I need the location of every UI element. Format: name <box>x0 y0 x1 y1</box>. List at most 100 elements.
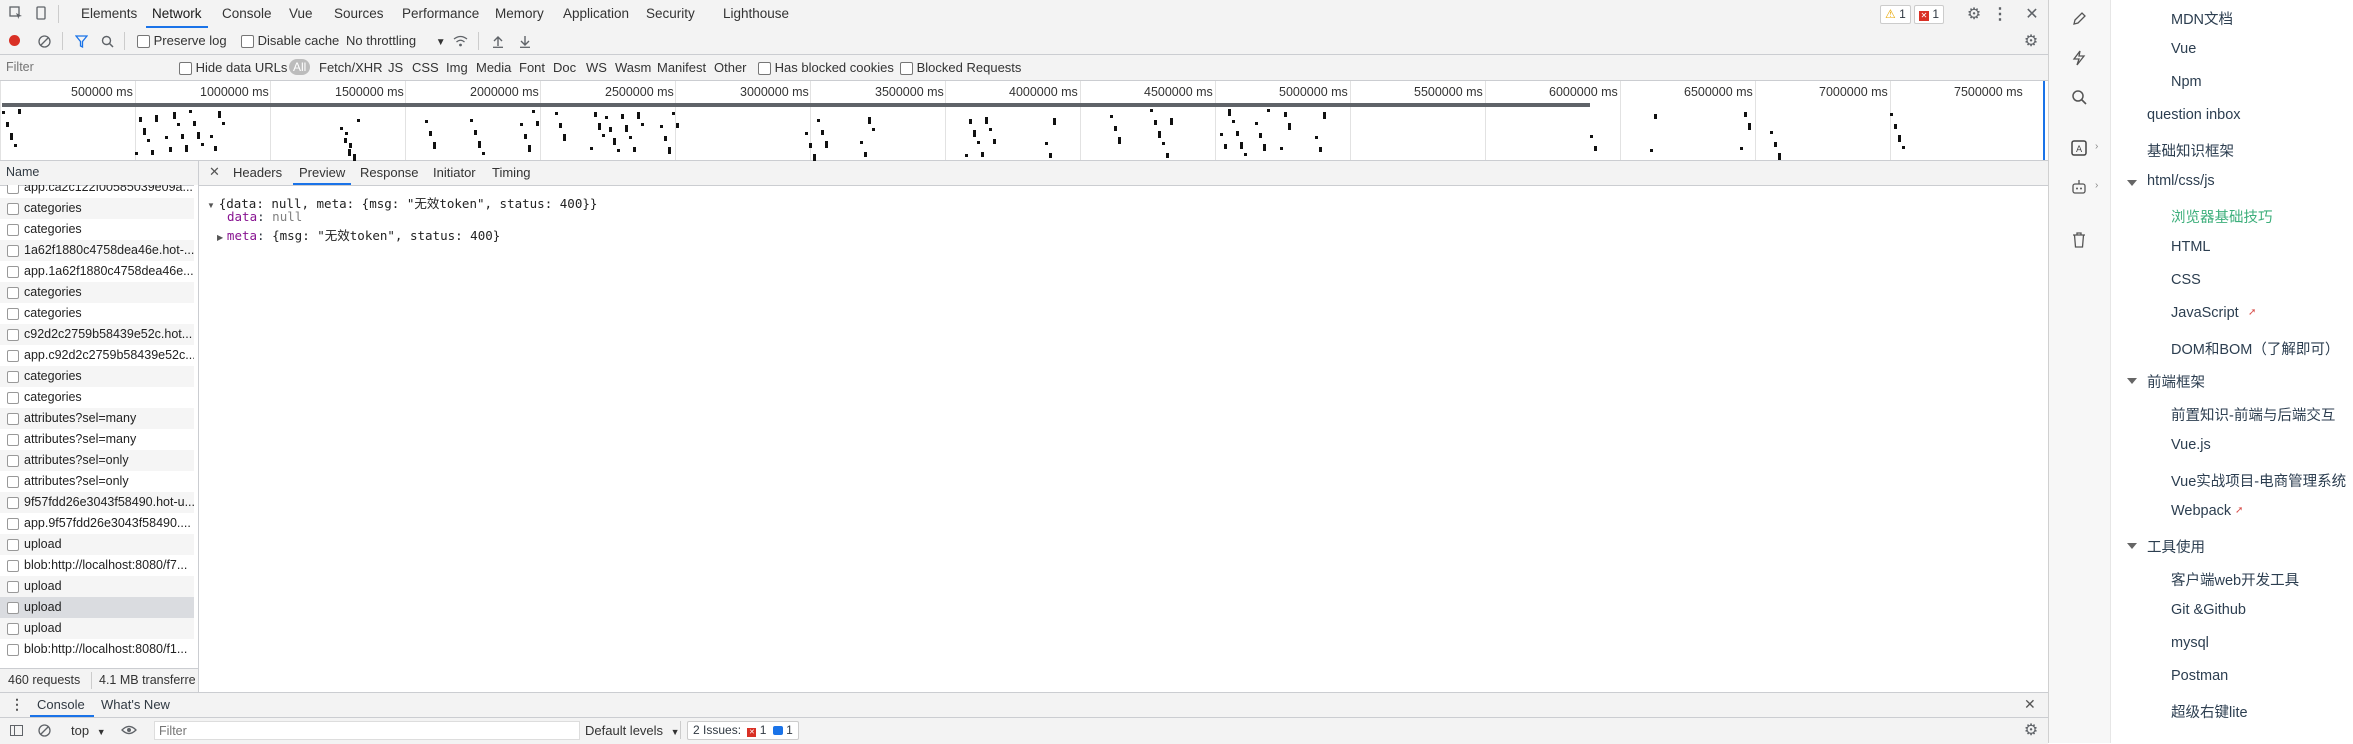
request-row[interactable]: blob:http://localhost:8080/f7... <box>0 555 198 576</box>
sidebar-item[interactable]: MDN文档 <box>2171 8 2233 29</box>
more-options-icon[interactable]: ⋮ <box>1992 5 2008 23</box>
trash-icon[interactable] <box>2068 229 2090 251</box>
export-har-icon[interactable] <box>517 33 533 49</box>
sidebar-item[interactable]: Npm <box>2171 74 2202 90</box>
request-row[interactable]: 9f57fdd26e3043f58490.hot-u... <box>0 492 198 513</box>
tab-vue[interactable]: Vue <box>289 0 313 28</box>
drawer-tab-whats-new[interactable]: What's New <box>101 697 170 712</box>
tab-response[interactable]: Response <box>360 161 419 185</box>
settings-gear-icon[interactable]: ⚙ <box>1965 5 1983 23</box>
name-column-header[interactable]: Name <box>0 161 198 186</box>
json-meta-line[interactable]: ▶ meta: {msg: "无效token", status: 400} <box>207 225 597 243</box>
import-har-icon[interactable] <box>490 33 506 49</box>
tab-application[interactable]: Application <box>563 0 629 28</box>
has-blocked-cookies-checkbox[interactable]: Has blocked cookies <box>758 60 894 76</box>
type-filter-manifest[interactable]: Manifest <box>657 60 706 75</box>
sidebar-item[interactable]: Git &Github <box>2171 602 2246 618</box>
tab-performance[interactable]: Performance <box>402 0 479 28</box>
sidebar-item[interactable]: Vue <box>2171 41 2196 57</box>
sidebar-item[interactable]: Postman <box>2171 668 2228 684</box>
request-row[interactable]: upload <box>0 534 198 555</box>
close-drawer-icon[interactable]: ✕ <box>2024 696 2036 713</box>
caret-down-icon[interactable] <box>2127 543 2137 549</box>
record-icon[interactable] <box>9 35 20 46</box>
request-list-scrollbar[interactable] <box>194 185 198 667</box>
inspect-element-icon[interactable] <box>8 5 24 21</box>
sidebar-toggle-icon[interactable] <box>8 722 24 738</box>
request-row[interactable]: categories <box>0 366 198 387</box>
request-row[interactable]: attributes?sel=many <box>0 408 198 429</box>
console-settings-gear-icon[interactable]: ⚙ <box>2022 721 2040 739</box>
type-filter-other[interactable]: Other <box>714 60 747 75</box>
tab-lighthouse[interactable]: Lighthouse <box>723 0 789 28</box>
sidebar-item[interactable]: question inbox <box>2147 107 2241 123</box>
search-icon[interactable] <box>2068 86 2090 108</box>
close-devtools-icon[interactable]: ✕ <box>2024 5 2040 23</box>
request-row[interactable]: categories <box>0 219 198 240</box>
hide-data-urls-checkbox[interactable]: Hide data URLs <box>179 60 287 76</box>
blocked-requests-checkbox[interactable]: Blocked Requests <box>900 60 1021 76</box>
device-toolbar-icon[interactable] <box>33 5 49 21</box>
tab-headers[interactable]: Headers <box>233 161 282 185</box>
sidebar-item[interactable]: DOM和BOM（了解即可） <box>2171 338 2339 359</box>
lightning-icon[interactable] <box>2068 47 2090 69</box>
sidebar-item[interactable]: 前端框架 <box>2147 371 2205 392</box>
tab-network[interactable]: Network <box>146 0 207 28</box>
tab-elements[interactable]: Elements <box>81 0 137 28</box>
search-icon[interactable] <box>99 33 115 49</box>
eye-icon[interactable] <box>120 722 138 738</box>
request-row[interactable]: upload <box>0 618 198 639</box>
drawer-tab-console[interactable]: Console <box>37 697 85 712</box>
type-filter-fetch-xhr[interactable]: Fetch/XHR <box>319 60 383 75</box>
sidebar-item[interactable]: mysql <box>2171 635 2209 651</box>
type-filter-doc[interactable]: Doc <box>553 60 576 75</box>
request-row[interactable]: blob:http://localhost:8080/f1... <box>0 639 198 660</box>
type-filter-media[interactable]: Media <box>476 60 511 75</box>
request-row[interactable]: upload <box>0 576 198 597</box>
close-detail-icon[interactable]: ✕ <box>209 164 220 180</box>
caret-down-icon[interactable] <box>2127 378 2137 384</box>
drawer-menu-icon[interactable]: ⋮ <box>10 696 24 713</box>
preserve-log-checkbox[interactable]: Preserve log <box>137 33 227 49</box>
clear-console-icon[interactable] <box>36 722 52 738</box>
request-row[interactable]: categories <box>0 387 198 408</box>
type-filter-wasm[interactable]: Wasm <box>615 60 651 75</box>
translate-icon[interactable]: A <box>2068 137 2090 159</box>
network-conditions-icon[interactable] <box>452 33 468 49</box>
sidebar-item[interactable]: 浏览器基础技巧 <box>2171 206 2273 227</box>
request-row[interactable]: attributes?sel=only <box>0 450 198 471</box>
sidebar-item[interactable]: Vue实战项目-电商管理系统 <box>2171 470 2346 491</box>
type-filter-css[interactable]: CSS <box>412 60 439 75</box>
sidebar-item[interactable]: 客户端web开发工具 <box>2171 569 2299 590</box>
sidebar-item[interactable]: JavaScript <box>2171 305 2239 321</box>
request-row[interactable]: attributes?sel=many <box>0 429 198 450</box>
pen-icon[interactable] <box>2068 8 2090 30</box>
json-root-line[interactable]: ▼ {data: null, meta: {msg: "无效token", st… <box>207 193 597 211</box>
sidebar-item[interactable]: html/css/js <box>2147 173 2215 189</box>
sidebar-item[interactable]: CSS <box>2171 272 2201 288</box>
network-settings-gear-icon[interactable]: ⚙ <box>2022 32 2040 50</box>
filter-funnel-icon[interactable] <box>73 33 89 49</box>
sidebar-item[interactable]: 前置知识-前端与后端交互 <box>2171 404 2335 425</box>
console-filter-input[interactable] <box>154 721 580 740</box>
tab-sources[interactable]: Sources <box>334 0 384 28</box>
request-row[interactable]: app.9f57fdd26e3043f58490.... <box>0 513 198 534</box>
disable-cache-checkbox[interactable]: Disable cache <box>241 33 339 49</box>
sidebar-item[interactable]: 基础知识框架 <box>2147 140 2234 161</box>
errors-badge[interactable]: ✕ 1 <box>1914 5 1945 24</box>
request-row[interactable]: categories <box>0 198 198 219</box>
request-row[interactable]: upload <box>0 597 198 618</box>
request-row[interactable]: categories <box>0 303 198 324</box>
tab-security[interactable]: Security <box>646 0 695 28</box>
sidebar-item[interactable]: 工具使用 <box>2147 536 2205 557</box>
sidebar-item[interactable]: Webpack <box>2171 503 2231 519</box>
log-levels-select[interactable]: Default levels ▼ <box>585 723 680 738</box>
request-row[interactable]: app.c92d2c2759b58439e52c... <box>0 345 198 366</box>
request-row[interactable]: 1a62f1880c4758dea46e.hot-... <box>0 240 198 261</box>
type-filter-ws[interactable]: WS <box>586 60 607 75</box>
caret-down-icon[interactable] <box>2127 180 2137 186</box>
request-row[interactable]: c92d2c2759b58439e52c.hot... <box>0 324 198 345</box>
clear-icon[interactable] <box>36 33 52 49</box>
tab-initiator[interactable]: Initiator <box>433 161 476 185</box>
request-row[interactable]: app.ca2c122f00585039e09a... <box>0 185 198 198</box>
